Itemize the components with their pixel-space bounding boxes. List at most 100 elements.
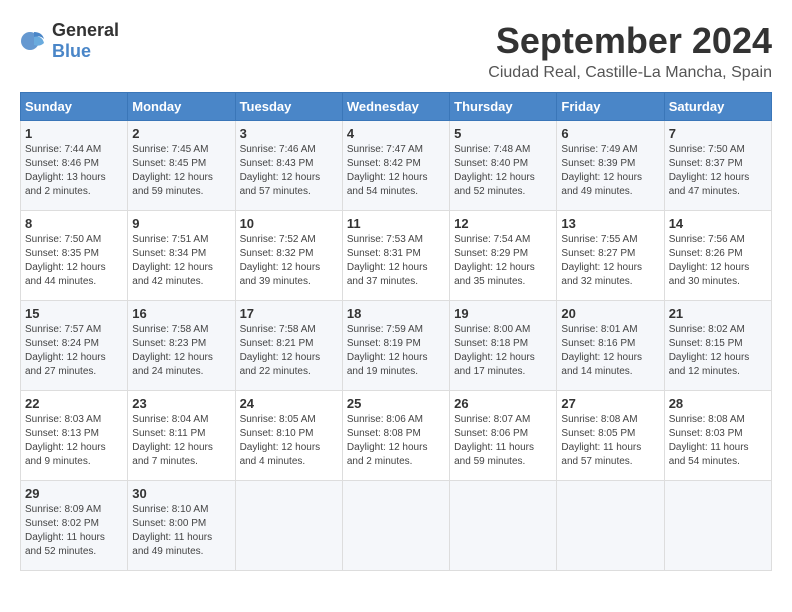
day-number: 15 <box>25 306 123 321</box>
logo: General Blue <box>20 20 119 62</box>
cell-content: Sunrise: 8:08 AMSunset: 8:05 PMDaylight:… <box>561 413 659 469</box>
logo-text: General Blue <box>52 20 119 62</box>
day-number: 27 <box>561 396 659 411</box>
header-monday: Monday <box>128 93 235 121</box>
table-cell: 18 Sunrise: 7:59 AMSunset: 8:19 PMDaylig… <box>342 301 449 391</box>
cell-content: Sunrise: 8:01 AMSunset: 8:16 PMDaylight:… <box>561 323 659 379</box>
day-number: 25 <box>347 396 445 411</box>
day-number: 29 <box>25 486 123 501</box>
day-number: 2 <box>132 126 230 141</box>
table-cell: 30 Sunrise: 8:10 AMSunset: 8:00 PMDaylig… <box>128 481 235 571</box>
day-number: 13 <box>561 216 659 231</box>
table-cell: 12 Sunrise: 7:54 AMSunset: 8:29 PMDaylig… <box>450 211 557 301</box>
table-cell: 11 Sunrise: 7:53 AMSunset: 8:31 PMDaylig… <box>342 211 449 301</box>
day-number: 26 <box>454 396 552 411</box>
cell-content: Sunrise: 7:52 AMSunset: 8:32 PMDaylight:… <box>240 233 338 289</box>
cell-content: Sunrise: 7:47 AMSunset: 8:42 PMDaylight:… <box>347 143 445 199</box>
header-thursday: Thursday <box>450 93 557 121</box>
table-cell <box>557 481 664 571</box>
day-number: 16 <box>132 306 230 321</box>
table-row: 1 Sunrise: 7:44 AMSunset: 8:46 PMDayligh… <box>21 121 772 211</box>
day-number: 12 <box>454 216 552 231</box>
table-cell <box>235 481 342 571</box>
cell-content: Sunrise: 7:50 AMSunset: 8:37 PMDaylight:… <box>669 143 767 199</box>
logo-blue: Blue <box>52 41 91 61</box>
table-cell: 20 Sunrise: 8:01 AMSunset: 8:16 PMDaylig… <box>557 301 664 391</box>
cell-content: Sunrise: 8:08 AMSunset: 8:03 PMDaylight:… <box>669 413 767 469</box>
cell-content: Sunrise: 7:54 AMSunset: 8:29 PMDaylight:… <box>454 233 552 289</box>
table-cell: 26 Sunrise: 8:07 AMSunset: 8:06 PMDaylig… <box>450 391 557 481</box>
table-cell: 3 Sunrise: 7:46 AMSunset: 8:43 PMDayligh… <box>235 121 342 211</box>
logo-general: General <box>52 20 119 40</box>
title-area: September 2024 Ciudad Real, Castille-La … <box>488 20 772 82</box>
table-cell: 1 Sunrise: 7:44 AMSunset: 8:46 PMDayligh… <box>21 121 128 211</box>
cell-content: Sunrise: 8:00 AMSunset: 8:18 PMDaylight:… <box>454 323 552 379</box>
day-number: 21 <box>669 306 767 321</box>
day-number: 19 <box>454 306 552 321</box>
logo-icon <box>20 27 48 55</box>
header: General Blue September 2024 Ciudad Real,… <box>20 20 772 82</box>
table-cell: 10 Sunrise: 7:52 AMSunset: 8:32 PMDaylig… <box>235 211 342 301</box>
table-row: 29 Sunrise: 8:09 AMSunset: 8:02 PMDaylig… <box>21 481 772 571</box>
calendar-table: Sunday Monday Tuesday Wednesday Thursday… <box>20 92 772 571</box>
table-cell: 25 Sunrise: 8:06 AMSunset: 8:08 PMDaylig… <box>342 391 449 481</box>
cell-content: Sunrise: 7:44 AMSunset: 8:46 PMDaylight:… <box>25 143 123 199</box>
day-number: 10 <box>240 216 338 231</box>
day-number: 14 <box>669 216 767 231</box>
header-wednesday: Wednesday <box>342 93 449 121</box>
table-cell: 5 Sunrise: 7:48 AMSunset: 8:40 PMDayligh… <box>450 121 557 211</box>
cell-content: Sunrise: 7:53 AMSunset: 8:31 PMDaylight:… <box>347 233 445 289</box>
table-cell: 9 Sunrise: 7:51 AMSunset: 8:34 PMDayligh… <box>128 211 235 301</box>
header-tuesday: Tuesday <box>235 93 342 121</box>
table-cell: 13 Sunrise: 7:55 AMSunset: 8:27 PMDaylig… <box>557 211 664 301</box>
cell-content: Sunrise: 8:05 AMSunset: 8:10 PMDaylight:… <box>240 413 338 469</box>
table-row: 22 Sunrise: 8:03 AMSunset: 8:13 PMDaylig… <box>21 391 772 481</box>
table-cell: 16 Sunrise: 7:58 AMSunset: 8:23 PMDaylig… <box>128 301 235 391</box>
day-number: 24 <box>240 396 338 411</box>
header-friday: Friday <box>557 93 664 121</box>
table-cell: 29 Sunrise: 8:09 AMSunset: 8:02 PMDaylig… <box>21 481 128 571</box>
table-cell: 7 Sunrise: 7:50 AMSunset: 8:37 PMDayligh… <box>664 121 771 211</box>
day-number: 20 <box>561 306 659 321</box>
cell-content: Sunrise: 7:59 AMSunset: 8:19 PMDaylight:… <box>347 323 445 379</box>
day-number: 18 <box>347 306 445 321</box>
day-number: 5 <box>454 126 552 141</box>
table-cell <box>342 481 449 571</box>
cell-content: Sunrise: 8:09 AMSunset: 8:02 PMDaylight:… <box>25 503 123 559</box>
cell-content: Sunrise: 8:10 AMSunset: 8:00 PMDaylight:… <box>132 503 230 559</box>
table-cell: 21 Sunrise: 8:02 AMSunset: 8:15 PMDaylig… <box>664 301 771 391</box>
table-cell: 24 Sunrise: 8:05 AMSunset: 8:10 PMDaylig… <box>235 391 342 481</box>
cell-content: Sunrise: 8:02 AMSunset: 8:15 PMDaylight:… <box>669 323 767 379</box>
cell-content: Sunrise: 8:03 AMSunset: 8:13 PMDaylight:… <box>25 413 123 469</box>
day-number: 30 <box>132 486 230 501</box>
cell-content: Sunrise: 7:58 AMSunset: 8:23 PMDaylight:… <box>132 323 230 379</box>
day-number: 22 <box>25 396 123 411</box>
table-cell: 6 Sunrise: 7:49 AMSunset: 8:39 PMDayligh… <box>557 121 664 211</box>
day-number: 28 <box>669 396 767 411</box>
table-row: 15 Sunrise: 7:57 AMSunset: 8:24 PMDaylig… <box>21 301 772 391</box>
header-saturday: Saturday <box>664 93 771 121</box>
cell-content: Sunrise: 7:56 AMSunset: 8:26 PMDaylight:… <box>669 233 767 289</box>
table-cell: 14 Sunrise: 7:56 AMSunset: 8:26 PMDaylig… <box>664 211 771 301</box>
table-cell: 15 Sunrise: 7:57 AMSunset: 8:24 PMDaylig… <box>21 301 128 391</box>
cell-content: Sunrise: 7:57 AMSunset: 8:24 PMDaylight:… <box>25 323 123 379</box>
table-cell: 4 Sunrise: 7:47 AMSunset: 8:42 PMDayligh… <box>342 121 449 211</box>
table-cell: 8 Sunrise: 7:50 AMSunset: 8:35 PMDayligh… <box>21 211 128 301</box>
table-row: 8 Sunrise: 7:50 AMSunset: 8:35 PMDayligh… <box>21 211 772 301</box>
day-number: 1 <box>25 126 123 141</box>
day-number: 11 <box>347 216 445 231</box>
table-cell: 28 Sunrise: 8:08 AMSunset: 8:03 PMDaylig… <box>664 391 771 481</box>
table-cell: 17 Sunrise: 7:58 AMSunset: 8:21 PMDaylig… <box>235 301 342 391</box>
day-number: 8 <box>25 216 123 231</box>
day-number: 4 <box>347 126 445 141</box>
table-cell: 27 Sunrise: 8:08 AMSunset: 8:05 PMDaylig… <box>557 391 664 481</box>
header-sunday: Sunday <box>21 93 128 121</box>
header-row: Sunday Monday Tuesday Wednesday Thursday… <box>21 93 772 121</box>
cell-content: Sunrise: 8:04 AMSunset: 8:11 PMDaylight:… <box>132 413 230 469</box>
cell-content: Sunrise: 7:46 AMSunset: 8:43 PMDaylight:… <box>240 143 338 199</box>
cell-content: Sunrise: 7:50 AMSunset: 8:35 PMDaylight:… <box>25 233 123 289</box>
day-number: 9 <box>132 216 230 231</box>
cell-content: Sunrise: 8:07 AMSunset: 8:06 PMDaylight:… <box>454 413 552 469</box>
cell-content: Sunrise: 7:51 AMSunset: 8:34 PMDaylight:… <box>132 233 230 289</box>
table-cell: 22 Sunrise: 8:03 AMSunset: 8:13 PMDaylig… <box>21 391 128 481</box>
